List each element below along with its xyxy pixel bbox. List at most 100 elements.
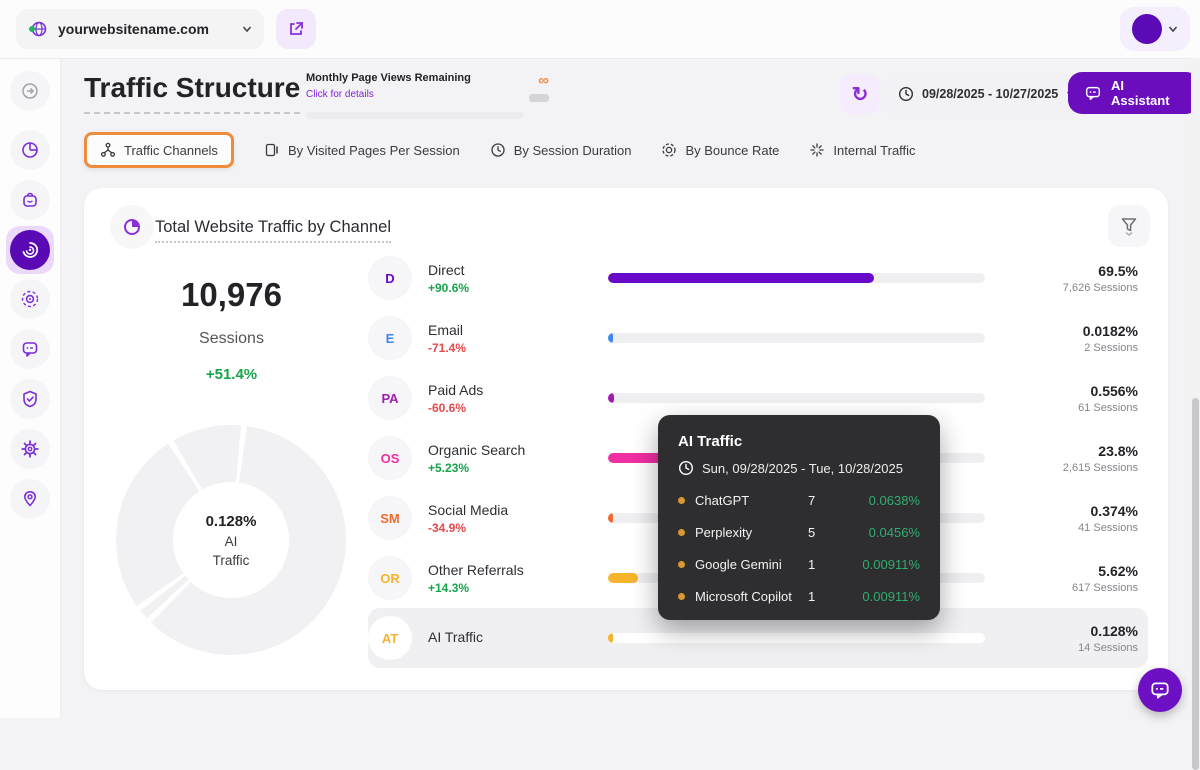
tooltip-source-percent: 0.0456% — [842, 525, 920, 540]
page-scrollbar-track — [1191, 58, 1200, 718]
site-logo-globe-icon — [28, 19, 48, 39]
channel-bar-track — [608, 333, 985, 343]
feedback-chat-icon — [20, 339, 40, 359]
heatmap-pin-icon — [20, 489, 40, 509]
total-sessions-delta: +51.4% — [114, 366, 349, 383]
target-icon — [661, 142, 677, 158]
ai-traffic-tooltip: AI Traffic Sun, 09/28/2025 - Tue, 10/28/… — [658, 415, 940, 620]
quota-widget: Monthly Page Views Remaining ∞ Click for… — [306, 72, 541, 119]
tab-label: By Session Duration — [514, 143, 632, 158]
channel-bar-fill — [608, 513, 613, 523]
channel-avatar: SM — [368, 496, 412, 540]
site-name: yourwebsitename.com — [58, 21, 242, 37]
traffic-by-channel-card: Total Website Traffic by Channel 10,976 … — [84, 188, 1168, 690]
tooltip-source-name: Perplexity — [695, 525, 808, 540]
channel-initials: AT — [382, 631, 398, 646]
channel-delta: +90.6% — [428, 281, 608, 295]
channel-percent: 0.556% — [985, 383, 1138, 399]
tab-traffic-channels[interactable]: Traffic Channels — [84, 132, 234, 168]
sidebar-item-dashboard[interactable] — [10, 130, 50, 170]
tab-bounce-rate[interactable]: By Bounce Rate — [661, 142, 779, 158]
tab-internal-traffic[interactable]: Internal Traffic — [809, 142, 915, 158]
date-range-value: 09/28/2025 - 10/27/2025 — [922, 87, 1058, 101]
channel-row-email[interactable]: E Email-71.4% 0.0182%2 Sessions — [368, 308, 1148, 368]
tab-label: Internal Traffic — [833, 143, 915, 158]
donut-center-line1: AI — [225, 534, 238, 549]
burst-icon — [809, 142, 825, 158]
sidebar-item-traffic[interactable] — [6, 226, 54, 274]
channel-row-direct[interactable]: D Direct+90.6% 69.5%7,626 Sessions — [368, 248, 1148, 308]
channel-avatar: AT — [368, 616, 412, 660]
tooltip-title: AI Traffic — [678, 433, 920, 450]
traffic-gauge-icon — [10, 230, 50, 270]
quota-details-link[interactable]: Click for details — [306, 89, 374, 100]
quota-progress-bar — [306, 112, 524, 119]
sidebar-item-heatmap[interactable] — [10, 479, 50, 519]
bullet-dot-icon — [678, 593, 685, 600]
traffic-donut-chart[interactable]: 0.128% AI Traffic — [116, 425, 346, 655]
sidebar-item-settings[interactable] — [10, 429, 50, 469]
channel-initials: SM — [380, 511, 400, 526]
ai-assistant-button[interactable]: AI Assistant — [1068, 72, 1200, 114]
tooltip-source-percent: 0.0638% — [842, 493, 920, 508]
channel-percent: 0.0182% — [985, 323, 1138, 339]
tab-label: By Visited Pages Per Session — [288, 143, 460, 158]
tab-visited-pages[interactable]: By Visited Pages Per Session — [264, 142, 460, 158]
page-title: Traffic Structure — [84, 72, 300, 114]
seo-shield-icon — [20, 389, 40, 409]
donut-center-percent: 0.128% — [206, 513, 257, 530]
tooltip-source-percent: 0.00911% — [842, 589, 920, 604]
quota-used-segment — [529, 94, 549, 102]
session-recording-icon — [20, 289, 40, 309]
channel-sessions: 2,615 Sessions — [985, 462, 1138, 474]
channel-delta: -60.6% — [428, 401, 608, 415]
external-link-icon — [287, 20, 305, 38]
channel-name: AI Traffic — [428, 629, 608, 645]
total-sessions-value: 10,976 — [114, 276, 349, 314]
sessions-summary: 10,976 Sessions +51.4% — [114, 276, 349, 383]
ai-assistant-label: AI Assistant — [1111, 78, 1184, 108]
channel-avatar: D — [368, 256, 412, 300]
top-bar: yourwebsitename.com — [0, 0, 1200, 59]
open-site-button[interactable] — [276, 9, 316, 49]
chat-icon — [1084, 84, 1102, 102]
funnel-icon — [1120, 216, 1138, 236]
channel-percent: 0.128% — [985, 623, 1138, 639]
support-chat-button[interactable] — [1138, 668, 1182, 712]
avatar — [1132, 14, 1162, 44]
filter-button[interactable] — [1108, 205, 1150, 247]
channel-avatar: OS — [368, 436, 412, 480]
donut-center-line2: Traffic — [213, 553, 250, 568]
sidebar-item-ecommerce[interactable] — [10, 180, 50, 220]
quota-title: Monthly Page Views Remaining — [306, 72, 541, 84]
tooltip-date-range: Sun, 09/28/2025 - Tue, 10/28/2025 — [702, 461, 903, 476]
tooltip-source-count: 5 — [808, 525, 842, 540]
channel-percent: 23.8% — [985, 443, 1138, 459]
sidebar-item-feedback[interactable] — [10, 329, 50, 369]
tooltip-source-count: 1 — [808, 557, 842, 572]
refresh-button[interactable]: ↻ — [840, 74, 880, 114]
channel-avatar: OR — [368, 556, 412, 600]
tab-session-duration[interactable]: By Session Duration — [490, 142, 632, 158]
settings-gear-icon — [20, 439, 40, 459]
user-menu[interactable] — [1120, 7, 1190, 51]
donut-center-label: 0.128% AI Traffic — [173, 482, 289, 598]
site-selector[interactable]: yourwebsitename.com — [16, 9, 264, 49]
sidebar-item-collapse[interactable] — [10, 71, 50, 111]
channel-sessions: 617 Sessions — [985, 582, 1138, 594]
channel-delta: +5.23% — [428, 461, 608, 475]
clock-icon — [898, 86, 914, 102]
channel-percent: 69.5% — [985, 263, 1138, 279]
tooltip-source-count: 7 — [808, 493, 842, 508]
channel-bar-track — [608, 273, 985, 283]
date-range-picker[interactable]: 09/28/2025 - 10/27/2025 — [886, 74, 1088, 114]
sidebar-item-recordings[interactable] — [10, 279, 50, 319]
pie-dashboard-icon — [20, 140, 40, 160]
ecommerce-bag-icon — [20, 190, 40, 210]
sidebar-item-seo[interactable] — [10, 379, 50, 419]
channel-initials: PA — [381, 391, 398, 406]
bullet-dot-icon — [678, 497, 685, 504]
page-scrollbar-thumb[interactable] — [1192, 398, 1199, 770]
main-content: Traffic Structure Monthly Page Views Rem… — [60, 58, 1200, 718]
channel-percent: 5.62% — [985, 563, 1138, 579]
